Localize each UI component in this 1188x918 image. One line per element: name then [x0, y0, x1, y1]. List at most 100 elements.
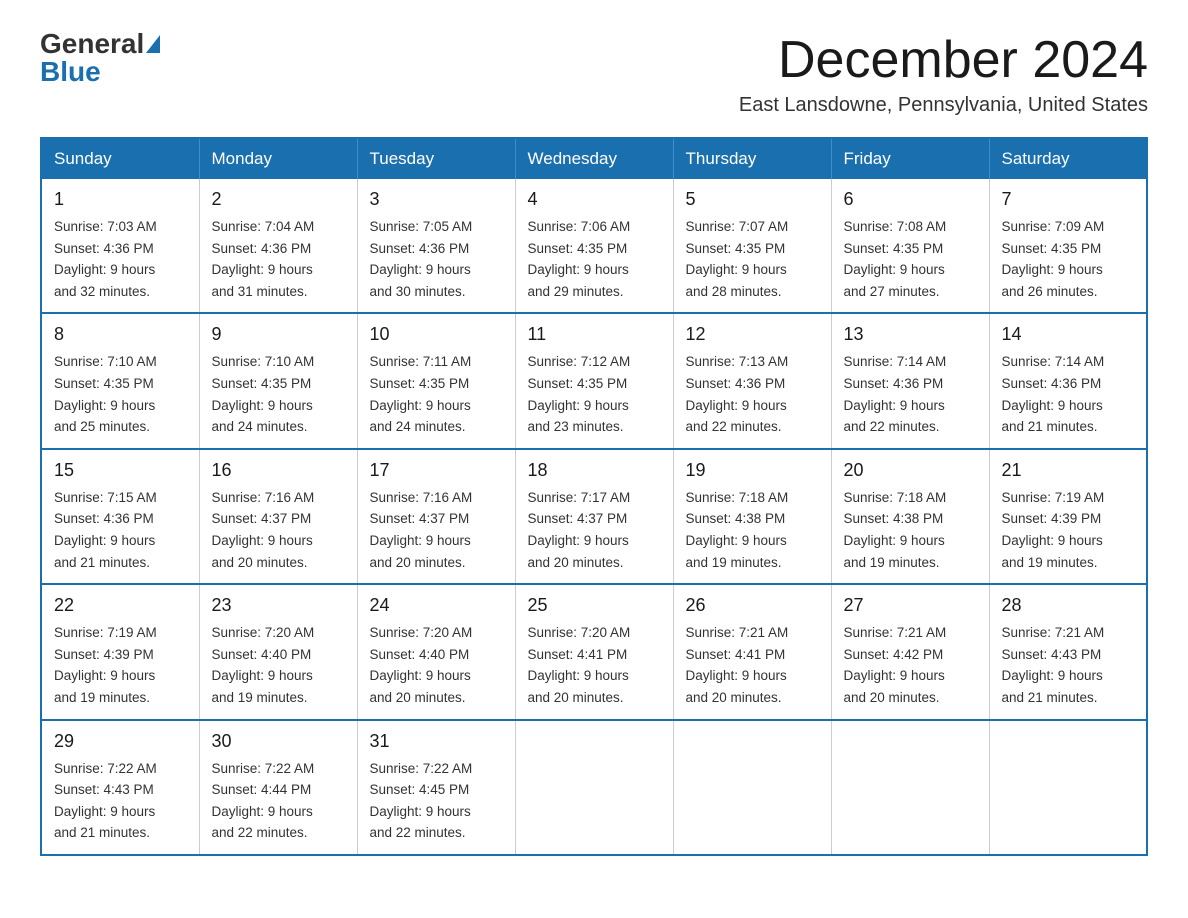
day-number: 25: [528, 595, 661, 616]
calendar-cell: 23 Sunrise: 7:20 AM Sunset: 4:40 PM Dayl…: [199, 584, 357, 719]
day-number: 16: [212, 460, 345, 481]
day-number: 17: [370, 460, 503, 481]
calendar-title: December 2024: [739, 30, 1148, 90]
calendar-cell: 8 Sunrise: 7:10 AM Sunset: 4:35 PM Dayli…: [41, 313, 199, 448]
calendar-cell: 19 Sunrise: 7:18 AM Sunset: 4:38 PM Dayl…: [673, 449, 831, 584]
calendar-cell: 5 Sunrise: 7:07 AM Sunset: 4:35 PM Dayli…: [673, 179, 831, 313]
calendar-cell: 9 Sunrise: 7:10 AM Sunset: 4:35 PM Dayli…: [199, 313, 357, 448]
day-info: Sunrise: 7:20 AM Sunset: 4:40 PM Dayligh…: [212, 622, 345, 708]
weekday-header-row: SundayMondayTuesdayWednesdayThursdayFrid…: [41, 138, 1147, 179]
logo-blue-text: Blue: [40, 58, 160, 86]
day-info: Sunrise: 7:07 AM Sunset: 4:35 PM Dayligh…: [686, 216, 819, 302]
day-number: 12: [686, 324, 819, 345]
day-number: 23: [212, 595, 345, 616]
weekday-header-saturday: Saturday: [989, 138, 1147, 179]
day-number: 26: [686, 595, 819, 616]
day-number: 10: [370, 324, 503, 345]
calendar-cell: 29 Sunrise: 7:22 AM Sunset: 4:43 PM Dayl…: [41, 720, 199, 855]
day-info: Sunrise: 7:16 AM Sunset: 4:37 PM Dayligh…: [212, 487, 345, 573]
weekday-header-thursday: Thursday: [673, 138, 831, 179]
calendar-cell: 13 Sunrise: 7:14 AM Sunset: 4:36 PM Dayl…: [831, 313, 989, 448]
day-number: 9: [212, 324, 345, 345]
weekday-header-sunday: Sunday: [41, 138, 199, 179]
day-number: 31: [370, 731, 503, 752]
calendar-week-row: 29 Sunrise: 7:22 AM Sunset: 4:43 PM Dayl…: [41, 720, 1147, 855]
calendar-cell: 1 Sunrise: 7:03 AM Sunset: 4:36 PM Dayli…: [41, 179, 199, 313]
calendar-cell: 14 Sunrise: 7:14 AM Sunset: 4:36 PM Dayl…: [989, 313, 1147, 448]
day-info: Sunrise: 7:10 AM Sunset: 4:35 PM Dayligh…: [54, 351, 187, 437]
calendar-cell: 12 Sunrise: 7:13 AM Sunset: 4:36 PM Dayl…: [673, 313, 831, 448]
day-info: Sunrise: 7:13 AM Sunset: 4:36 PM Dayligh…: [686, 351, 819, 437]
day-info: Sunrise: 7:12 AM Sunset: 4:35 PM Dayligh…: [528, 351, 661, 437]
day-number: 30: [212, 731, 345, 752]
day-number: 27: [844, 595, 977, 616]
day-number: 20: [844, 460, 977, 481]
day-number: 13: [844, 324, 977, 345]
day-info: Sunrise: 7:18 AM Sunset: 4:38 PM Dayligh…: [844, 487, 977, 573]
day-number: 6: [844, 189, 977, 210]
day-info: Sunrise: 7:21 AM Sunset: 4:43 PM Dayligh…: [1002, 622, 1135, 708]
day-number: 15: [54, 460, 187, 481]
calendar-cell: 22 Sunrise: 7:19 AM Sunset: 4:39 PM Dayl…: [41, 584, 199, 719]
day-info: Sunrise: 7:18 AM Sunset: 4:38 PM Dayligh…: [686, 487, 819, 573]
day-number: 14: [1002, 324, 1135, 345]
page-header: General Blue December 2024 East Lansdown…: [40, 30, 1148, 117]
day-info: Sunrise: 7:04 AM Sunset: 4:36 PM Dayligh…: [212, 216, 345, 302]
day-info: Sunrise: 7:15 AM Sunset: 4:36 PM Dayligh…: [54, 487, 187, 573]
calendar-cell: 4 Sunrise: 7:06 AM Sunset: 4:35 PM Dayli…: [515, 179, 673, 313]
calendar-cell: 21 Sunrise: 7:19 AM Sunset: 4:39 PM Dayl…: [989, 449, 1147, 584]
day-number: 2: [212, 189, 345, 210]
day-number: 5: [686, 189, 819, 210]
calendar-cell: 25 Sunrise: 7:20 AM Sunset: 4:41 PM Dayl…: [515, 584, 673, 719]
day-number: 4: [528, 189, 661, 210]
calendar-cell: 10 Sunrise: 7:11 AM Sunset: 4:35 PM Dayl…: [357, 313, 515, 448]
day-number: 7: [1002, 189, 1135, 210]
day-info: Sunrise: 7:20 AM Sunset: 4:40 PM Dayligh…: [370, 622, 503, 708]
calendar-cell: 27 Sunrise: 7:21 AM Sunset: 4:42 PM Dayl…: [831, 584, 989, 719]
calendar-week-row: 1 Sunrise: 7:03 AM Sunset: 4:36 PM Dayli…: [41, 179, 1147, 313]
calendar-table: SundayMondayTuesdayWednesdayThursdayFrid…: [40, 137, 1148, 856]
calendar-cell: 30 Sunrise: 7:22 AM Sunset: 4:44 PM Dayl…: [199, 720, 357, 855]
calendar-week-row: 22 Sunrise: 7:19 AM Sunset: 4:39 PM Dayl…: [41, 584, 1147, 719]
calendar-cell: 6 Sunrise: 7:08 AM Sunset: 4:35 PM Dayli…: [831, 179, 989, 313]
day-info: Sunrise: 7:08 AM Sunset: 4:35 PM Dayligh…: [844, 216, 977, 302]
calendar-week-row: 8 Sunrise: 7:10 AM Sunset: 4:35 PM Dayli…: [41, 313, 1147, 448]
calendar-cell: 17 Sunrise: 7:16 AM Sunset: 4:37 PM Dayl…: [357, 449, 515, 584]
logo-general-text: General: [40, 30, 144, 58]
title-area: December 2024 East Lansdowne, Pennsylvan…: [739, 30, 1148, 117]
day-number: 3: [370, 189, 503, 210]
day-info: Sunrise: 7:11 AM Sunset: 4:35 PM Dayligh…: [370, 351, 503, 437]
calendar-cell: 24 Sunrise: 7:20 AM Sunset: 4:40 PM Dayl…: [357, 584, 515, 719]
logo-triangle-icon: [146, 35, 160, 53]
day-info: Sunrise: 7:14 AM Sunset: 4:36 PM Dayligh…: [1002, 351, 1135, 437]
day-number: 8: [54, 324, 187, 345]
calendar-cell: [515, 720, 673, 855]
day-number: 18: [528, 460, 661, 481]
day-info: Sunrise: 7:19 AM Sunset: 4:39 PM Dayligh…: [1002, 487, 1135, 573]
weekday-header-friday: Friday: [831, 138, 989, 179]
calendar-cell: [989, 720, 1147, 855]
day-number: 1: [54, 189, 187, 210]
day-info: Sunrise: 7:10 AM Sunset: 4:35 PM Dayligh…: [212, 351, 345, 437]
day-number: 24: [370, 595, 503, 616]
day-info: Sunrise: 7:05 AM Sunset: 4:36 PM Dayligh…: [370, 216, 503, 302]
calendar-cell: 18 Sunrise: 7:17 AM Sunset: 4:37 PM Dayl…: [515, 449, 673, 584]
day-info: Sunrise: 7:22 AM Sunset: 4:43 PM Dayligh…: [54, 758, 187, 844]
logo: General Blue: [40, 30, 160, 86]
calendar-header: SundayMondayTuesdayWednesdayThursdayFrid…: [41, 138, 1147, 179]
calendar-cell: [831, 720, 989, 855]
calendar-cell: 2 Sunrise: 7:04 AM Sunset: 4:36 PM Dayli…: [199, 179, 357, 313]
calendar-cell: 16 Sunrise: 7:16 AM Sunset: 4:37 PM Dayl…: [199, 449, 357, 584]
day-number: 29: [54, 731, 187, 752]
day-info: Sunrise: 7:21 AM Sunset: 4:42 PM Dayligh…: [844, 622, 977, 708]
calendar-cell: [673, 720, 831, 855]
day-info: Sunrise: 7:16 AM Sunset: 4:37 PM Dayligh…: [370, 487, 503, 573]
day-number: 22: [54, 595, 187, 616]
calendar-cell: 11 Sunrise: 7:12 AM Sunset: 4:35 PM Dayl…: [515, 313, 673, 448]
weekday-header-monday: Monday: [199, 138, 357, 179]
calendar-cell: 3 Sunrise: 7:05 AM Sunset: 4:36 PM Dayli…: [357, 179, 515, 313]
day-info: Sunrise: 7:17 AM Sunset: 4:37 PM Dayligh…: [528, 487, 661, 573]
day-info: Sunrise: 7:09 AM Sunset: 4:35 PM Dayligh…: [1002, 216, 1135, 302]
calendar-cell: 7 Sunrise: 7:09 AM Sunset: 4:35 PM Dayli…: [989, 179, 1147, 313]
day-info: Sunrise: 7:22 AM Sunset: 4:45 PM Dayligh…: [370, 758, 503, 844]
